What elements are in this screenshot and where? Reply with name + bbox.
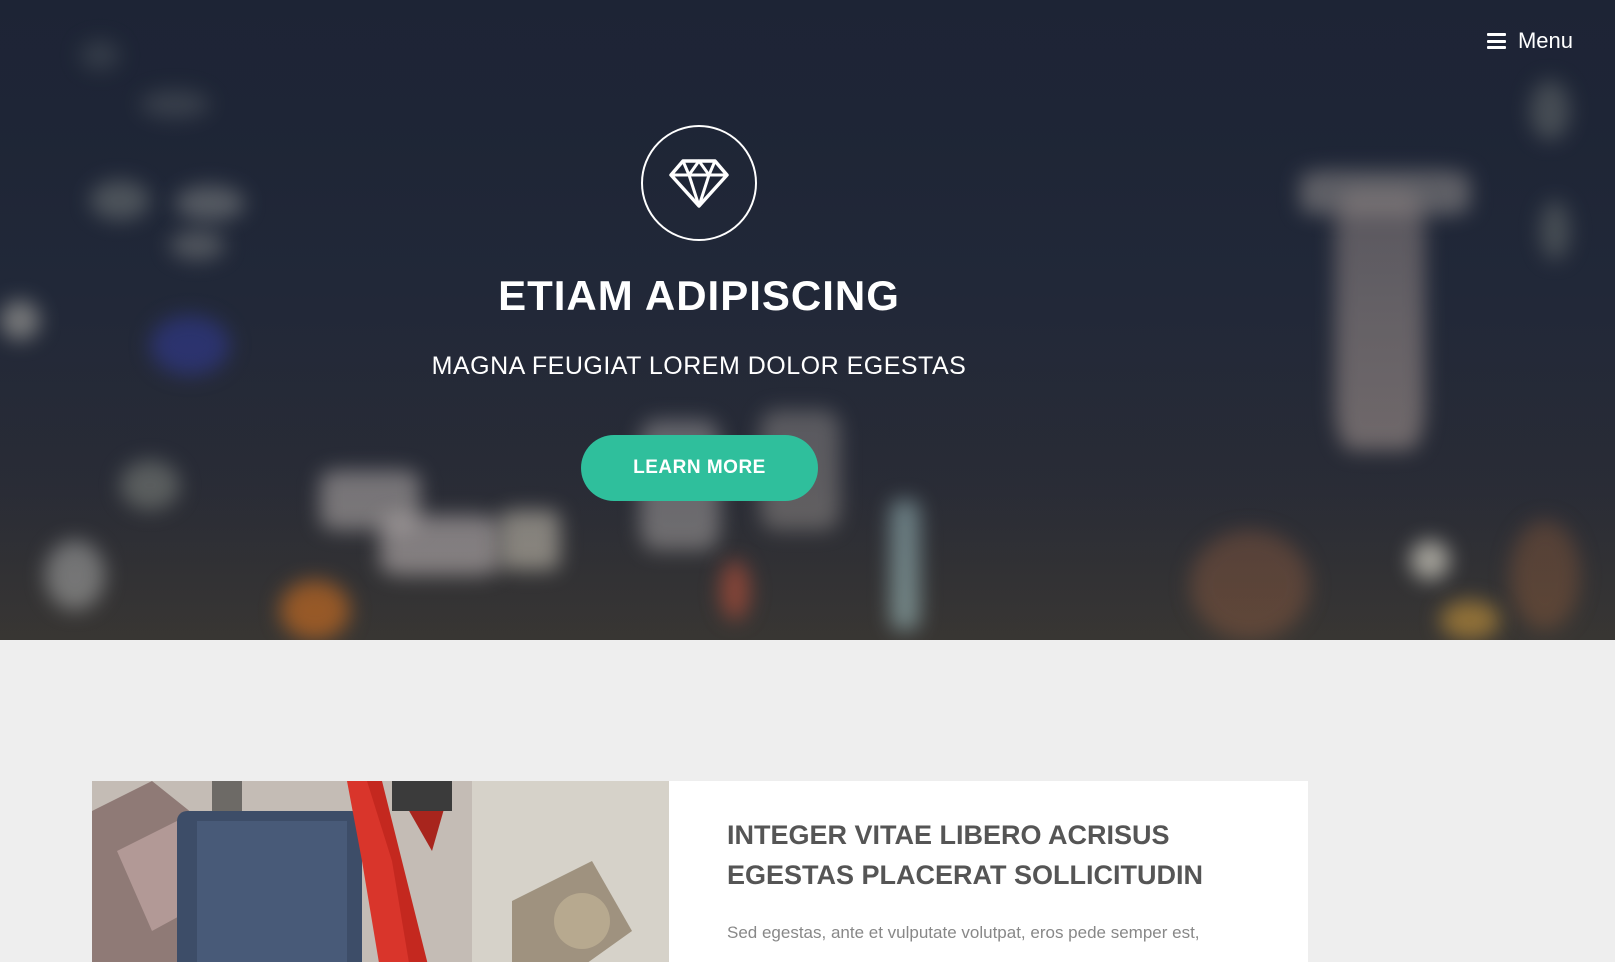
feature-card: INTEGER VITAE LIBERO ACRISUS EGESTAS PLA… xyxy=(669,781,1308,962)
feature-text: Sed egestas, ante et vulputate volutpat,… xyxy=(727,923,1200,942)
hero-title: ETIAM ADIPISCING xyxy=(498,272,900,319)
landing-page: Menu ETIAM ADIPISCING MAGNA FEUGIAT LORE… xyxy=(0,0,1615,962)
menu-label: Menu xyxy=(1517,28,1573,53)
hamburger-icon xyxy=(1486,33,1506,49)
diamond-icon xyxy=(641,125,757,241)
hero-content: ETIAM ADIPISCING MAGNA FEUGIAT LOREM DOL… xyxy=(0,0,1398,640)
feature-image xyxy=(92,781,669,962)
menu-button[interactable]: Menu xyxy=(1486,28,1573,54)
learn-more-button[interactable]: LEARN MORE xyxy=(581,435,818,501)
hero-subtitle: MAGNA FEUGIAT LOREM DOLOR EGESTAS xyxy=(431,352,967,380)
hero-banner: Menu ETIAM ADIPISCING MAGNA FEUGIAT LORE… xyxy=(0,0,1615,640)
feature-title: INTEGER VITAE LIBERO ACRISUS EGESTAS PLA… xyxy=(727,820,1204,890)
